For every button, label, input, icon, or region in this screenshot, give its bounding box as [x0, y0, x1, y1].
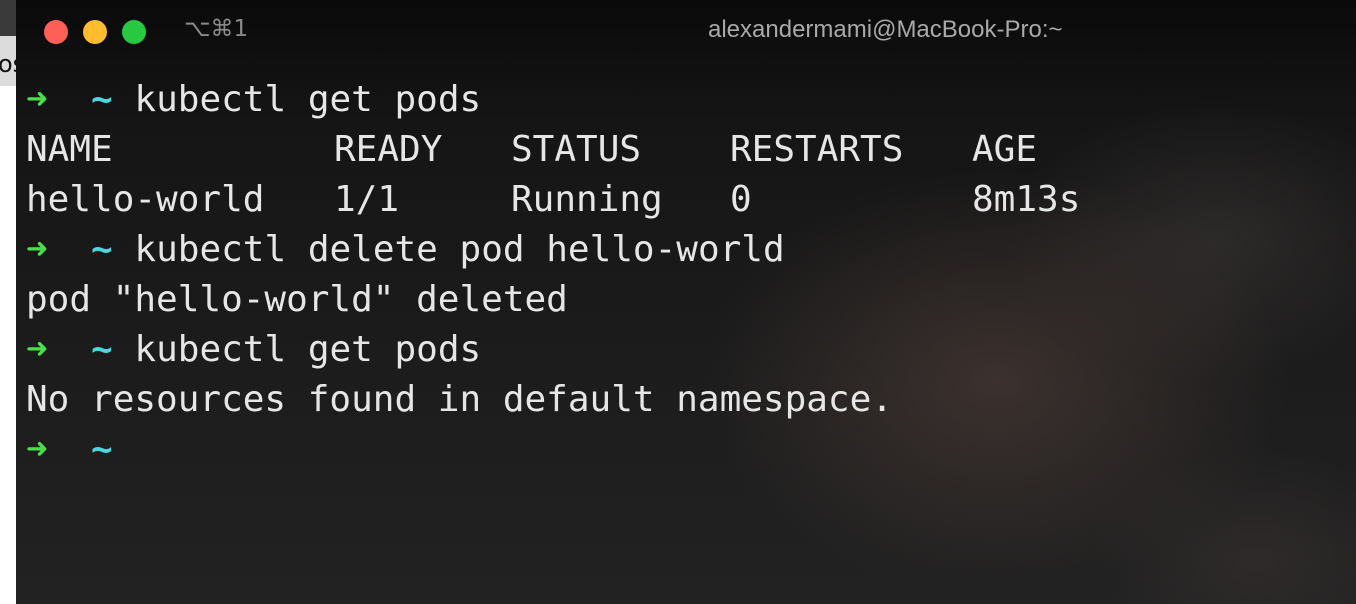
pod-age: 8m13s — [972, 179, 1081, 220]
terminal-content[interactable]: ➜ ~ kubectl get pods NAME READY STATUS R… — [26, 75, 1080, 475]
close-button[interactable] — [44, 20, 68, 44]
header-age: AGE — [972, 129, 1038, 170]
command-text: kubectl get pods — [134, 79, 482, 120]
window-title: alexandermami@MacBook-Pro:~ — [708, 16, 1063, 43]
prompt-directory: ~ — [91, 429, 113, 470]
prompt-arrow-icon: ➜ — [26, 429, 48, 470]
output-line: pod "hello-world" deleted — [26, 279, 568, 320]
command-line: ➜ ~ kubectl get pods — [26, 325, 893, 375]
prompt-directory: ~ — [91, 79, 113, 120]
zoom-button[interactable] — [122, 20, 146, 44]
active-prompt[interactable]: ➜ ~ — [26, 425, 893, 475]
pod-ready: 1/1 — [334, 179, 400, 220]
header-status: STATUS — [511, 129, 642, 170]
prompt-directory: ~ — [91, 229, 113, 270]
background-window-titlebar — [0, 0, 16, 36]
background-window-edge: os — [0, 0, 25, 604]
pod-status: Running — [511, 179, 663, 220]
titlebar[interactable]: ⌥⌘1 alexandermami@MacBook-Pro:~ — [16, 0, 1356, 62]
header-ready: READY — [334, 129, 443, 170]
table-row: hello-world 1/1 Running 0 8m13s — [26, 175, 1080, 225]
minimize-button[interactable] — [83, 20, 107, 44]
command-line: ➜ ~ kubectl delete pod hello-world — [26, 225, 893, 275]
prompt-arrow-icon: ➜ — [26, 79, 48, 120]
terminal-window[interactable]: ⌥⌘1 alexandermami@MacBook-Pro:~ ➜ ~ kube… — [16, 0, 1356, 604]
command-text: kubectl delete pod hello-world — [134, 229, 785, 270]
prompt-arrow-icon: ➜ — [26, 329, 48, 370]
header-name: NAME — [26, 129, 113, 170]
command-text: kubectl get pods — [134, 329, 482, 370]
prompt-directory: ~ — [91, 329, 113, 370]
table-header-row: NAME READY STATUS RESTARTS AGE — [26, 125, 1037, 175]
output-line: No resources found in default namespace. — [26, 379, 893, 420]
pod-restarts: 0 — [730, 179, 752, 220]
prompt-arrow-icon: ➜ — [26, 229, 48, 270]
command-line: ➜ ~ kubectl get pods — [26, 75, 893, 125]
pod-name: hello-world — [26, 179, 265, 220]
tab-shortcut-label: ⌥⌘1 — [184, 16, 249, 42]
header-restarts: RESTARTS — [730, 129, 904, 170]
